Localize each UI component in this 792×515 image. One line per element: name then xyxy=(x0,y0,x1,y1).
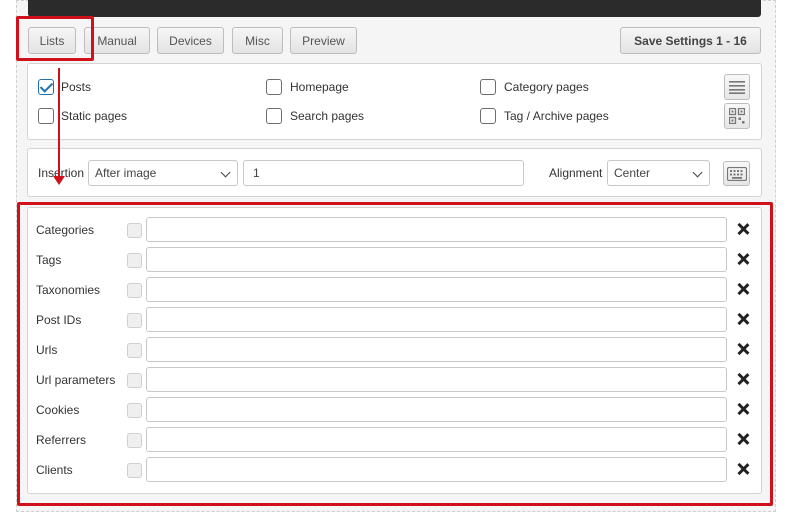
save-settings-button[interactable]: Save Settings 1 - 16 xyxy=(620,27,761,54)
insertion-selected-value: After image xyxy=(95,166,157,180)
static-pages-label: Static pages xyxy=(61,109,128,123)
insertion-number-input[interactable]: 1 xyxy=(243,160,524,186)
list-icon xyxy=(729,81,745,94)
homepage-label: Homepage xyxy=(290,80,349,94)
tab-highlight-box xyxy=(16,16,94,61)
alignment-label: Alignment xyxy=(549,166,603,180)
alignment-select[interactable]: Center xyxy=(607,160,710,186)
tab-misc[interactable]: Misc xyxy=(232,27,283,54)
category-pages-checkbox[interactable] xyxy=(480,79,496,95)
keyboard-icon xyxy=(726,166,747,181)
qr-code-icon xyxy=(729,108,745,124)
code-editor-bar xyxy=(28,0,761,17)
chevron-down-icon xyxy=(220,167,231,178)
lists-highlight-box xyxy=(17,202,773,506)
category-pages-label: Category pages xyxy=(504,80,589,94)
keyboard-button[interactable] xyxy=(723,161,750,186)
chevron-down-icon xyxy=(692,167,703,178)
annotation-arrow xyxy=(58,68,60,178)
tag-archive-pages-checkbox[interactable] xyxy=(480,108,496,124)
posts-label: Posts xyxy=(61,80,92,94)
alignment-selected-value: Center xyxy=(614,166,651,180)
search-pages-checkbox[interactable] xyxy=(266,108,282,124)
search-pages-label: Search pages xyxy=(290,109,365,123)
list-toggle-button[interactable] xyxy=(724,74,750,100)
static-pages-checkbox[interactable] xyxy=(38,108,54,124)
page-types-panel xyxy=(27,63,762,140)
arrow-head-icon xyxy=(53,176,65,185)
tab-preview[interactable]: Preview xyxy=(290,27,357,54)
insertion-select[interactable]: After image xyxy=(88,160,238,186)
tag-archive-pages-label: Tag / Archive pages xyxy=(504,109,609,123)
code-toggle-button[interactable] xyxy=(724,103,750,129)
posts-checkbox[interactable] xyxy=(38,79,54,95)
tab-devices[interactable]: Devices xyxy=(157,27,224,54)
homepage-checkbox[interactable] xyxy=(266,79,282,95)
